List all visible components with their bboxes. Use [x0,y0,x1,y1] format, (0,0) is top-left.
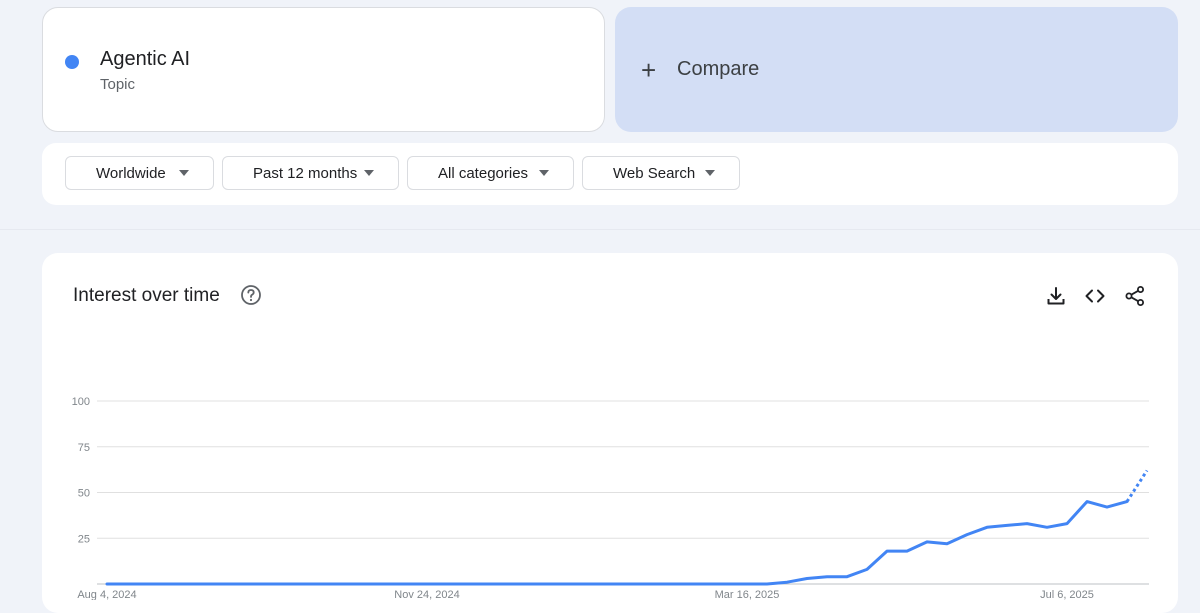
filter-bar: Worldwide Past 12 months All categories … [42,143,1178,205]
interest-line-chart: 25 50 75 100 Aug 4, 2024 Nov 24, 2024 Mar 16, … [72,396,1149,600]
search-term-name: Agentic AI [100,48,191,70]
property-dropdown[interactable]: Web Search [582,156,740,190]
dropdown-caret-icon [539,170,549,176]
period-dropdown-label: Past 12 months [253,164,358,182]
section-divider [0,229,1200,230]
interest-over-time-card: Interest over time 25 50 75 100 Aug 4, 2024 N… [42,253,1178,613]
x-tick-label: Aug 4, 2024 [77,589,136,600]
period-dropdown[interactable]: Past 12 months [222,156,399,190]
property-dropdown-label: Web Search [613,164,696,182]
series-line [105,500,1129,586]
y-tick-label: 50 [78,488,90,500]
x-tick-label: Mar 16, 2025 [715,589,780,600]
series-color-dot [65,55,79,69]
plus-icon: + [641,54,657,85]
search-term-type: Topic [100,76,136,93]
region-dropdown-label: Worldwide [96,164,166,182]
y-tick-label: 25 [78,533,90,545]
category-dropdown-label: All categories [438,164,529,182]
dropdown-caret-icon [364,170,374,176]
y-tick-label: 75 [78,442,90,454]
dropdown-caret-icon [705,170,715,176]
y-tick-label: 100 [72,396,90,408]
compare-button[interactable]: + Compare [615,7,1178,132]
x-tick-label: Nov 24, 2024 [394,589,459,600]
search-term-card[interactable]: Agentic AI Topic [42,7,605,132]
category-dropdown[interactable]: All categories [407,156,574,190]
series-line-partial [1125,469,1149,503]
region-dropdown[interactable]: Worldwide [65,156,214,190]
x-tick-label: Jul 6, 2025 [1040,589,1094,600]
compare-label: Compare [677,58,760,80]
dropdown-caret-icon [179,170,189,176]
